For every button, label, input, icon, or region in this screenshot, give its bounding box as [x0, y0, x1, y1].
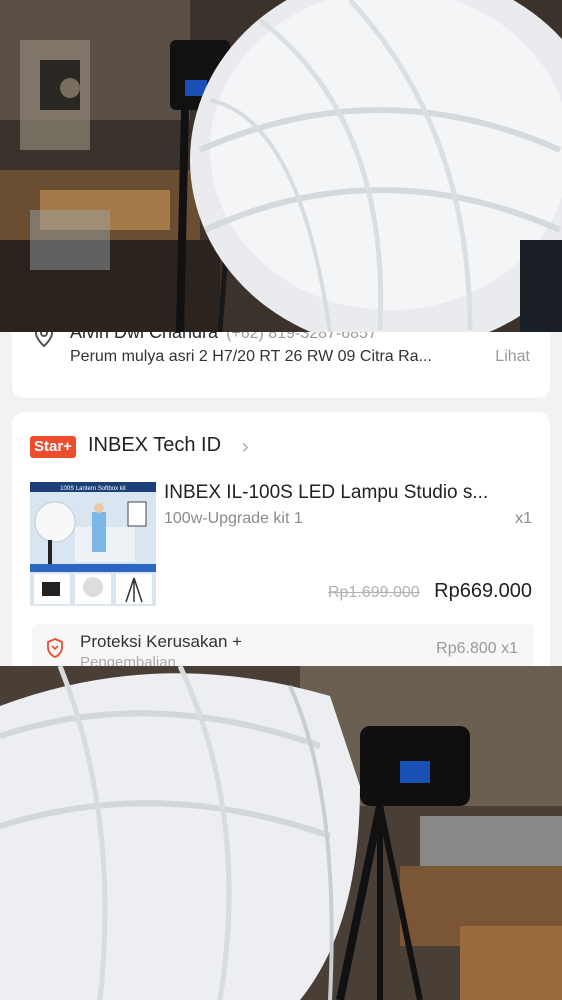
damage-protection-row[interactable]: Proteksi Kerusakan + Pengembalian Rp6.80… — [32, 624, 534, 666]
recipient-line: Alvin Dwi Chandra (+62) 819-3287-6857 — [70, 332, 377, 343]
address-card[interactable]: Alvin Dwi Chandra (+62) 819-3287-6857 Per… — [12, 332, 550, 398]
product-thumbnail-image: 100S Lantern Softbox kit — [30, 482, 156, 606]
protection-label: Proteksi Kerusakan + — [80, 632, 243, 651]
softbox-photo-top-image — [0, 0, 562, 332]
recipient-name: Alvin Dwi Chandra — [70, 332, 219, 342]
address-text: Perum mulya asri 2 H7/20 RT 26 RW 09 Cit… — [70, 348, 432, 365]
order-summary: Alvin Dwi Chandra (+62) 819-3287-6857 Per… — [0, 332, 562, 666]
price-original: Rp1.699.000 — [328, 584, 420, 601]
photo-softbox-bottom — [0, 666, 562, 1000]
view-address-link[interactable]: Lihat — [495, 348, 530, 366]
price-current: Rp669.000 — [434, 580, 532, 602]
chevron-right-icon[interactable]: › — [242, 436, 249, 459]
shop-card: Star+ INBEX Tech ID › 100S Lantern Softb… — [12, 412, 550, 666]
product-thumbnail[interactable]: 100S Lantern Softbox kit — [30, 482, 156, 606]
product-quantity: x1 — [515, 510, 532, 527]
recipient-phone: (+62) 819-3287-6857 — [226, 332, 377, 342]
shop-name[interactable]: INBEX Tech ID — [88, 434, 221, 457]
shield-icon — [47, 638, 63, 658]
photo-softbox-top — [0, 0, 562, 332]
protection-sublabel: Pengembalian — [80, 654, 176, 666]
star-plus-badge: Star+ — [30, 436, 76, 458]
location-pin-icon — [34, 332, 54, 348]
product-title[interactable]: INBEX IL-100S LED Lampu Studio s... — [164, 482, 534, 504]
softbox-photo-bottom-image — [0, 666, 562, 1000]
protection-price: Rp6.800 x1 — [436, 640, 518, 657]
checkout-page: Alvin Dwi Chandra (+62) 819-3287-6857 Per… — [0, 0, 562, 1000]
product-variant: 100w-Upgrade kit 1 — [164, 510, 303, 527]
thumb-caption: 100S Lantern Softbox kit — [60, 486, 126, 492]
